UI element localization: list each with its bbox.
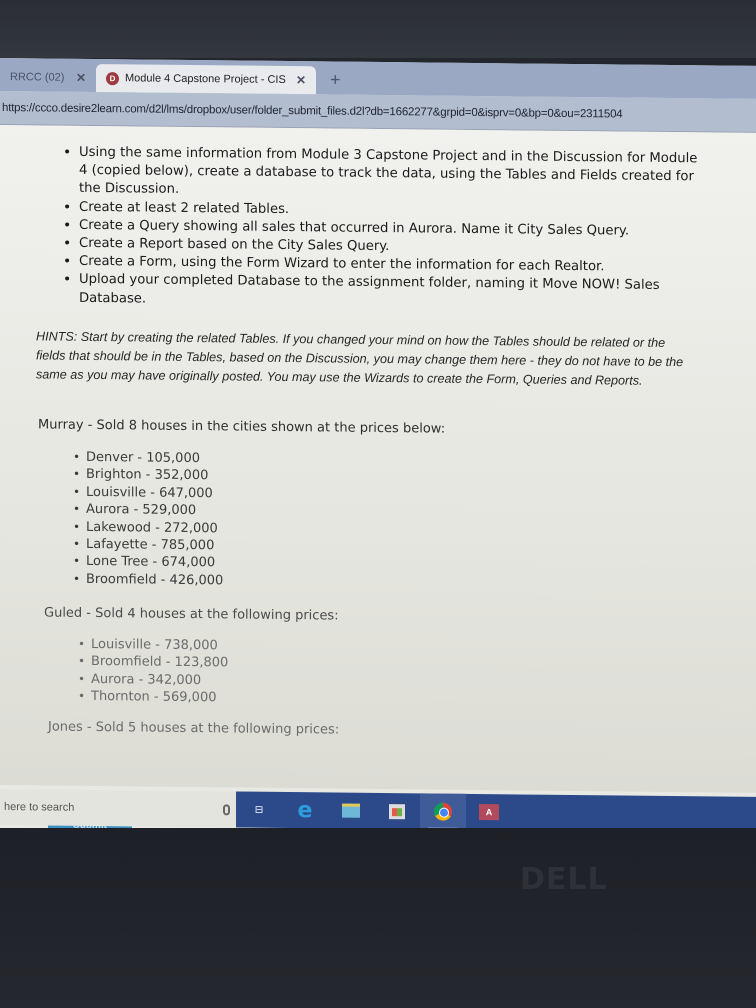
chrome-button[interactable] bbox=[420, 793, 466, 830]
sale-item: Louisville - 738,000 bbox=[91, 636, 228, 655]
realtor-guled-heading: Guled - Sold 4 houses at the following p… bbox=[44, 605, 339, 624]
instructions-list: Using the same information from Module 3… bbox=[79, 144, 704, 314]
sale-item: Lone Tree - 674,000 bbox=[86, 553, 223, 572]
tab-label: RRCC (02) bbox=[10, 71, 65, 84]
task-view-icon: ⊟ bbox=[255, 802, 263, 818]
laptop-bezel-bottom bbox=[0, 828, 756, 1008]
dell-logo: DELL bbox=[520, 862, 608, 897]
sale-item: Lakewood - 272,000 bbox=[86, 519, 223, 538]
sale-item: Aurora - 529,000 bbox=[86, 501, 223, 520]
sale-item: Thornton - 569,000 bbox=[91, 688, 228, 707]
close-tab-icon[interactable]: ✕ bbox=[76, 71, 86, 85]
sale-item: Broomfield - 123,800 bbox=[91, 653, 228, 672]
search-placeholder: here to search bbox=[4, 801, 75, 814]
tab-rrcc[interactable]: RRCC (02) ✕ bbox=[0, 63, 96, 92]
close-tab-icon[interactable]: ✕ bbox=[296, 73, 306, 87]
sale-item: Denver - 105,000 bbox=[86, 449, 223, 468]
microphone-icon[interactable] bbox=[223, 803, 230, 815]
instruction-item: Upload your completed Database to the as… bbox=[79, 271, 704, 314]
laptop-bezel-top bbox=[0, 0, 756, 58]
file-explorer-button[interactable] bbox=[328, 792, 374, 828]
access-icon: A bbox=[479, 804, 499, 821]
task-view-button[interactable]: ⊟ bbox=[236, 791, 282, 827]
access-button[interactable]: A bbox=[466, 794, 512, 830]
tab-module-4-capstone[interactable]: D Module 4 Capstone Project - CIS ✕ bbox=[96, 64, 316, 95]
sale-item: Louisville - 647,000 bbox=[86, 484, 223, 503]
edge-button[interactable]: e bbox=[282, 792, 328, 828]
tab-label: Module 4 Capstone Project - CIS bbox=[125, 72, 286, 86]
realtor-murray-heading: Murray - Sold 8 houses in the cities sho… bbox=[38, 417, 446, 437]
edge-icon: e bbox=[297, 797, 313, 823]
sale-item: Brighton - 352,000 bbox=[86, 466, 223, 485]
taskbar-apps: ⊟ e A bbox=[236, 791, 756, 833]
folder-icon bbox=[342, 803, 360, 818]
laptop-screen: RRCC (02) ✕ D Module 4 Capstone Project … bbox=[0, 58, 756, 843]
chrome-icon bbox=[434, 802, 452, 821]
taskbar-search-box[interactable]: here to search bbox=[0, 789, 236, 828]
guled-sales-list: Louisville - 738,000 Broomfield - 123,80… bbox=[91, 636, 228, 707]
new-tab-button[interactable]: + bbox=[316, 69, 353, 94]
store-icon bbox=[389, 803, 405, 819]
url-text[interactable]: https://ccco.desire2learn.com/d2l/lms/dr… bbox=[0, 102, 622, 120]
murray-sales-list: Denver - 105,000 Brighton - 352,000 Loui… bbox=[86, 449, 223, 590]
hints-paragraph: HINTS: Start by creating the related Tab… bbox=[36, 329, 684, 388]
realtor-jones-heading: Jones - Sold 5 houses at the following p… bbox=[48, 719, 340, 738]
sale-item: Lafayette - 785,000 bbox=[86, 536, 223, 555]
sale-item: Broomfield - 426,000 bbox=[86, 571, 223, 590]
page-content: Using the same information from Module 3… bbox=[0, 125, 756, 843]
store-button[interactable] bbox=[374, 793, 420, 829]
instruction-item: Using the same information from Module 3… bbox=[79, 144, 704, 205]
d2l-favicon-icon: D bbox=[106, 71, 119, 85]
sale-item: Aurora - 342,000 bbox=[91, 671, 228, 690]
